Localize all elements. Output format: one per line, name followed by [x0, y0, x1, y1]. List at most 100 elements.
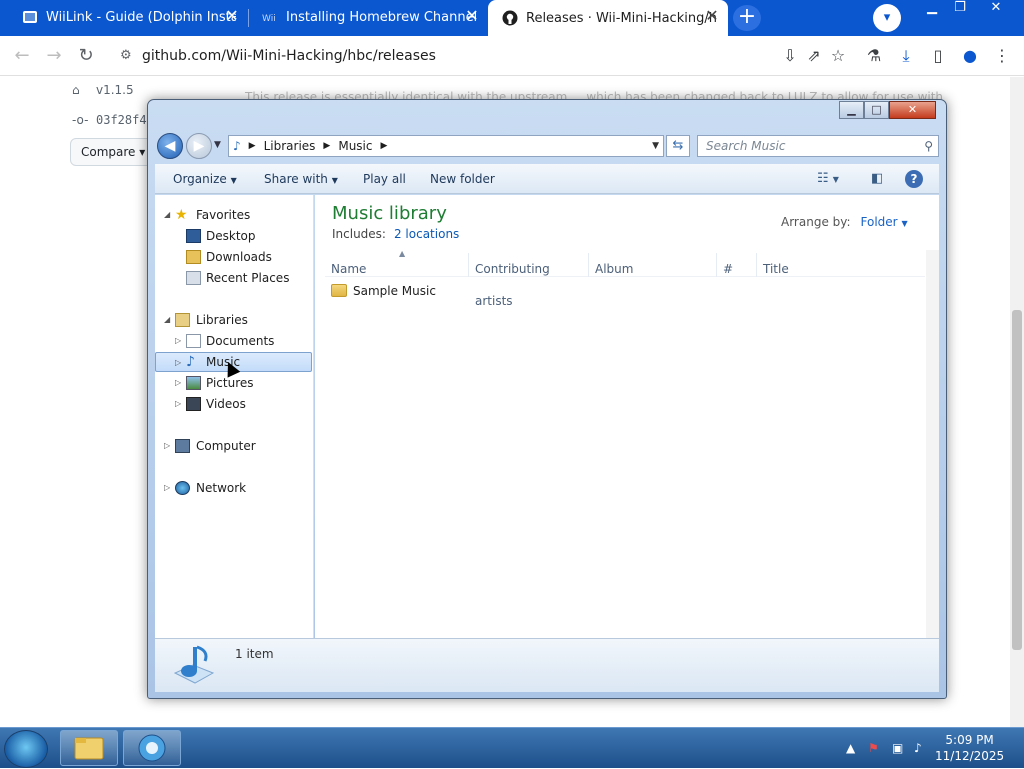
nav-videos[interactable]: ▷ Videos — [155, 394, 312, 414]
reload-icon[interactable]: ↻ — [74, 44, 98, 68]
back-arrow-icon[interactable]: ← — [10, 44, 34, 68]
expand-arrow-icon[interactable]: ▷ — [164, 436, 170, 456]
nav-recent-places[interactable]: Recent Places — [155, 268, 312, 288]
window-minimize-button[interactable]: ▁ — [918, 0, 946, 18]
breadcrumb-music[interactable]: Music — [338, 136, 372, 156]
arrange-dropdown[interactable]: Folder ▼ — [861, 215, 908, 229]
nav-desktop[interactable]: Desktop — [155, 226, 312, 246]
nav-favorites[interactable]: ◢ ★ Favorites — [155, 205, 312, 225]
details-pane: 1 item — [155, 638, 939, 692]
expand-arrow-icon[interactable]: ▷ — [175, 394, 181, 414]
music-note-icon: ♪ — [186, 354, 195, 370]
explorer-minimize-button[interactable]: ▁ — [839, 101, 864, 119]
content-scrollbar[interactable] — [926, 250, 939, 638]
menu-kebab-icon[interactable]: ⋮ — [990, 44, 1014, 68]
music-library-large-icon — [173, 645, 215, 684]
expand-arrow-icon[interactable]: ▷ — [175, 353, 181, 373]
url-text: github.com/Wii-Mini-Hacking/hbc/releases — [142, 48, 436, 64]
expand-arrow-icon[interactable]: ▷ — [175, 331, 181, 351]
nav-pictures[interactable]: ▷ Pictures — [155, 373, 312, 393]
list-item[interactable]: Sample Music — [331, 281, 436, 301]
search-input[interactable]: Search Music ⚲ — [697, 135, 939, 157]
expand-arrow-icon[interactable]: ▷ — [175, 373, 181, 393]
play-all-button[interactable]: Play all — [363, 164, 406, 194]
nav-documents[interactable]: ▷ Documents — [155, 331, 312, 351]
install-app-icon[interactable]: ⇩ — [778, 44, 802, 68]
breadcrumb-separator-icon[interactable]: ▶ — [323, 136, 330, 156]
window-restore-button[interactable]: ❐ — [946, 0, 974, 18]
collapse-arrow-icon[interactable]: ◢ — [164, 310, 170, 330]
commit-hash[interactable]: 03f28f4 — [96, 113, 147, 127]
share-icon[interactable]: ⇗ — [802, 44, 826, 68]
show-hidden-icons-chevron[interactable]: ▲ — [846, 741, 855, 755]
arrange-value: Folder — [860, 215, 898, 229]
nav-computer[interactable]: ▷ Computer — [155, 436, 312, 456]
extension-icon[interactable]: ⚗ — [862, 44, 886, 68]
close-tab-icon[interactable]: ✕ — [224, 8, 240, 24]
address-bar[interactable]: ⚙ github.com/Wii-Mini-Hacking/hbc/releas… — [110, 40, 770, 72]
arrange-by: Arrange by: Folder ▼ — [781, 215, 908, 229]
share-with-button[interactable]: Share with ▼ — [264, 164, 338, 194]
preview-pane-icon[interactable]: ◧ — [871, 169, 883, 189]
network-status-icon[interactable]: ▣ — [892, 741, 903, 755]
forward-arrow-icon[interactable]: ▶ — [186, 133, 212, 159]
star-icon: ★ — [175, 207, 188, 223]
nav-downloads[interactable]: Downloads — [155, 247, 312, 267]
tab-wiilink-guide[interactable]: WiiLink - Guide (Dolphin Installa ✕ — [8, 0, 248, 34]
new-tab-button[interactable]: + — [733, 5, 761, 31]
library-includes: Includes: 2 locations — [332, 227, 459, 241]
column-album[interactable]: Album — [588, 253, 716, 277]
close-tab-icon[interactable]: ✕ — [704, 8, 720, 24]
nav-libraries[interactable]: ◢ Libraries — [155, 310, 312, 330]
commit-icon: -o- — [72, 113, 89, 127]
explorer-maximize-button[interactable]: □ — [864, 101, 889, 119]
help-icon[interactable]: ? — [905, 170, 923, 188]
view-options-icon[interactable]: ☷ ▼ — [817, 169, 839, 189]
explorer-close-button[interactable]: ✕ — [889, 101, 936, 119]
tab-title: Releases · Wii-Mini-Hacking/hbc — [526, 10, 716, 26]
column-title[interactable]: Title — [756, 253, 899, 277]
page-scrollbar-thumb[interactable] — [1012, 310, 1022, 650]
new-folder-button[interactable]: New folder — [430, 164, 495, 194]
site-info-icon[interactable]: ⚙ — [120, 40, 132, 72]
nav-label: Network — [196, 481, 247, 495]
release-tag[interactable]: v1.1.5 — [96, 83, 134, 97]
nav-network[interactable]: ▷ Network — [155, 478, 312, 498]
search-icon[interactable]: ⚲ — [924, 136, 933, 156]
refresh-icon[interactable]: ⇆ — [666, 135, 690, 157]
address-history-chevron-icon[interactable]: ▼ — [652, 136, 659, 156]
back-arrow-icon[interactable]: ◀ — [157, 133, 183, 159]
column-contributing-artists[interactable]: Contributing artists — [468, 253, 588, 308]
profile-avatar-icon[interactable]: ● — [958, 44, 982, 68]
recent-pages-chevron-icon[interactable]: ▼ — [214, 140, 221, 150]
action-center-flag-icon[interactable]: ⚑ — [868, 741, 879, 755]
volume-muted-icon[interactable]: ♪ — [914, 741, 922, 755]
window-close-button[interactable]: ✕ — [982, 0, 1010, 18]
side-panel-icon[interactable]: ▯ — [926, 44, 950, 68]
start-orb-icon[interactable] — [4, 730, 48, 768]
tab-search-chevron-icon[interactable]: ▾ — [873, 4, 901, 32]
tab-installing-hbc[interactable]: Wii Installing Homebrew Channel or ✕ — [248, 0, 488, 34]
close-tab-icon[interactable]: ✕ — [464, 8, 480, 24]
column-track-number[interactable]: # — [716, 253, 756, 277]
command-bar: Organize ▼ Share with ▼ Play all New fol… — [155, 164, 939, 194]
collapse-arrow-icon[interactable]: ◢ — [164, 205, 170, 225]
locations-link[interactable]: 2 locations — [394, 227, 459, 241]
forward-arrow-icon[interactable]: → — [42, 44, 66, 68]
column-name[interactable]: Name — [325, 253, 468, 277]
organize-label: Organize — [173, 172, 227, 186]
expand-arrow-icon[interactable]: ▷ — [164, 478, 170, 498]
compare-button[interactable]: Compare ▾ — [70, 138, 156, 166]
address-breadcrumb[interactable]: ♪ ▶ Libraries ▶ Music ▶ ▼ — [228, 135, 664, 157]
system-clock[interactable]: 5:09 PM 11/12/2025 — [935, 732, 1004, 764]
bookmark-star-icon[interactable]: ☆ — [826, 44, 850, 68]
breadcrumb-separator-icon[interactable]: ▶ — [249, 136, 256, 156]
organize-button[interactable]: Organize ▼ — [173, 164, 237, 194]
taskbar-chrome-button[interactable] — [123, 730, 181, 766]
browser-globe-icon — [138, 734, 166, 762]
breadcrumb-separator-icon[interactable]: ▶ — [381, 136, 388, 156]
taskbar-explorer-button[interactable] — [60, 730, 118, 766]
downloads-icon[interactable]: ⤓ — [894, 44, 918, 68]
tab-releases-active[interactable]: Releases · Wii-Mini-Hacking/hbc ✕ — [488, 0, 728, 36]
breadcrumb-libraries[interactable]: Libraries — [264, 136, 316, 156]
